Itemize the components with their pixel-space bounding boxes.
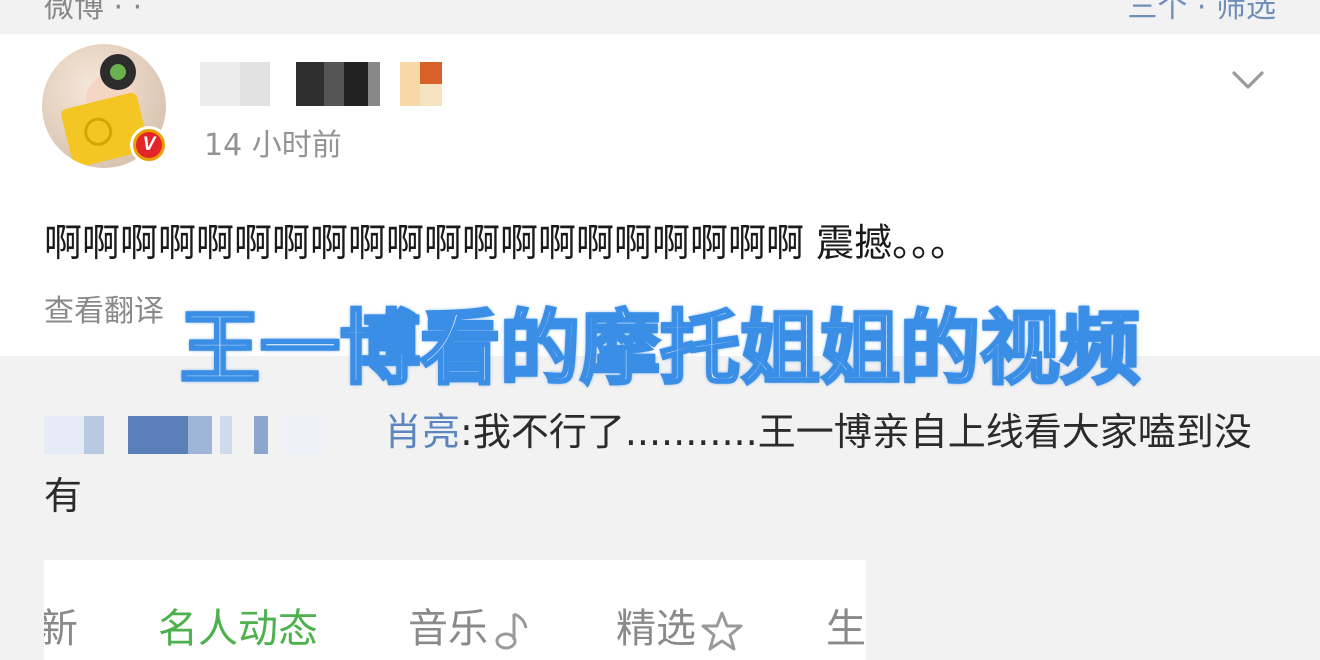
tab-featured[interactable]: 精选 (616, 596, 744, 654)
comment-item[interactable]: 肖亮:我不行了...........王一博亲自上线看大家嗑到没有 (44, 400, 1284, 528)
commenter-name-mosaic[interactable] (44, 412, 384, 458)
post-timestamp: 14 小时前 (204, 128, 342, 163)
video-caption-overlay: 王一博看的摩托姐姐的视频 (179, 301, 1142, 397)
music-note-icon (495, 612, 528, 650)
top-status-bar: 微博 · · 三个 · 筛选 (0, 0, 1320, 34)
cropped-header-left: 微博 · · (44, 0, 143, 25)
commenter-name-tail[interactable]: 肖亮 (384, 410, 460, 454)
cropped-header-right[interactable]: 三个 · 筛选 (1127, 0, 1276, 26)
post-body-text: 啊啊啊啊啊啊啊啊啊啊啊啊啊啊啊啊啊啊啊啊 震撼。。。 (44, 221, 969, 265)
tab-music[interactable]: 音乐 (408, 596, 530, 654)
tab-new[interactable]: 新 (44, 596, 78, 654)
verified-badge-icon: V (130, 126, 168, 164)
tab-life[interactable]: 生 (826, 596, 866, 654)
avatar-hat (100, 54, 136, 90)
category-tab-bar: 新 名人动态 音乐 精选 生 (44, 560, 866, 660)
username-mosaic[interactable] (200, 62, 460, 106)
star-icon (701, 611, 743, 651)
chevron-down-icon[interactable] (1230, 62, 1266, 98)
tab-celebrity-news[interactable]: 名人动态 (158, 596, 318, 654)
